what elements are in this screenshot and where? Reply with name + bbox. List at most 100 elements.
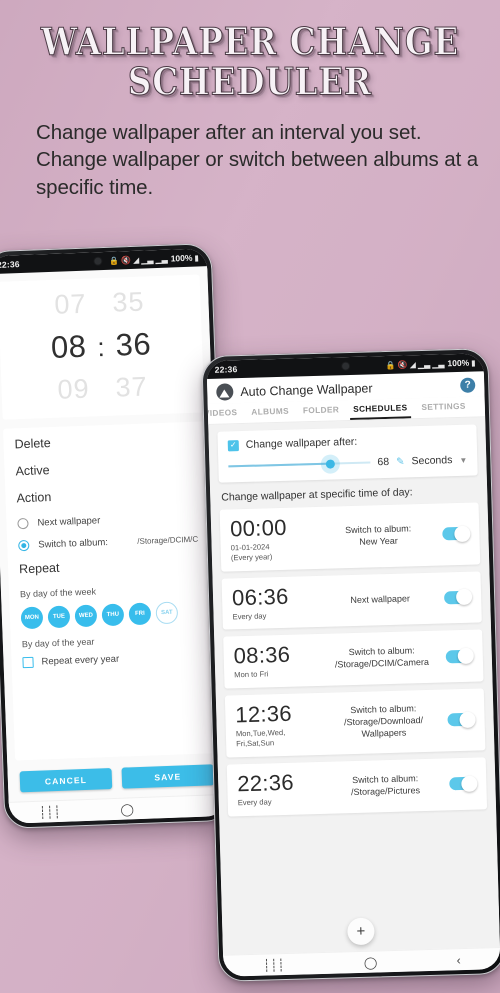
delete-button[interactable]: Delete: [14, 431, 194, 451]
checkbox-checked-icon[interactable]: ✓: [227, 439, 239, 451]
status-clock: 22:36: [0, 259, 20, 270]
battery-percent: 100%: [447, 357, 470, 369]
wifi-icon: ◢: [132, 255, 140, 265]
tab-albums[interactable]: ALBUMS: [244, 402, 296, 423]
schedule-toggle[interactable]: [445, 649, 473, 664]
schedules-panel[interactable]: ✓ Change wallpaper after: 68 ✎ Seconds ▼…: [208, 417, 499, 914]
selected-minute[interactable]: 36: [115, 326, 152, 363]
schedule-meta: Mon to Fri: [234, 669, 269, 680]
radio-icon[interactable]: [17, 517, 29, 530]
recents-icon[interactable]: ┊┊┊: [39, 804, 61, 819]
time-picker-selected-row[interactable]: 08 : 36: [0, 324, 203, 367]
save-button[interactable]: SAVE: [121, 764, 215, 789]
mute-icon: 🔇: [120, 255, 132, 265]
schedule-toggle[interactable]: [442, 526, 470, 541]
schedule-time: 22:36: [236, 769, 295, 796]
interval-value[interactable]: 68: [377, 456, 389, 468]
data-icon: ▁▃: [432, 358, 445, 369]
day-chip-sat[interactable]: SAT: [155, 601, 179, 625]
schedule-time: 00:00: [229, 514, 288, 542]
interval-checkbox-row[interactable]: ✓ Change wallpaper after:: [227, 433, 467, 452]
interval-unit[interactable]: Seconds: [411, 454, 452, 467]
day-chip-wed[interactable]: WED: [74, 604, 98, 628]
tab-videos[interactable]: VIDEOS: [208, 403, 245, 424]
interval-card: ✓ Change wallpaper after: 68 ✎ Seconds ▼: [217, 424, 478, 483]
repeat-every-year-row[interactable]: Repeat every year: [22, 651, 202, 669]
back-icon[interactable]: [193, 800, 197, 812]
title-line-1: Wallpaper Change: [40, 20, 460, 64]
day-chip-mon[interactable]: MON: [20, 606, 44, 630]
checkbox-icon[interactable]: [22, 656, 34, 669]
interval-slider[interactable]: [228, 455, 371, 473]
day-chip-thu[interactable]: THU: [101, 603, 125, 627]
selected-hour[interactable]: 08: [50, 329, 87, 366]
camera-hole-icon: [340, 361, 350, 371]
action-option-next-wallpaper[interactable]: Next wallpaper: [17, 512, 197, 530]
schedule-action: Switch to album: /Storage/DCIM/Camera: [334, 645, 430, 670]
schedule-meta: Every day: [237, 797, 272, 808]
schedule-time: 06:36: [231, 583, 289, 610]
schedule-time-block: 12:36 Mon,Tue,Wed, Fri,Sat,Sun: [235, 701, 320, 749]
schedule-action: Switch to album: /Storage/Download/ Wall…: [343, 703, 424, 739]
schedule-toggle[interactable]: [449, 776, 477, 791]
table-row[interactable]: 08:36 Mon to Fri Switch to album: /Stora…: [223, 629, 484, 689]
back-icon[interactable]: ‹: [456, 953, 460, 967]
weekday-chips[interactable]: MON TUE WED THU FRI SAT: [20, 601, 202, 630]
schedule-action: Next wallpaper: [350, 592, 411, 605]
schedule-action: Switch to album: /Storage/Pictures: [350, 772, 421, 797]
schedule-time-block: 08:36 Mon to Fri: [233, 642, 318, 680]
schedule-toggle[interactable]: [443, 590, 472, 605]
lock-icon: 🔒: [385, 360, 396, 370]
table-row[interactable]: 06:36 Every day Next wallpaper: [221, 570, 482, 630]
help-icon[interactable]: ?: [460, 377, 476, 393]
table-row[interactable]: 00:00 01-01-2024 (Every year) Switch to …: [219, 502, 481, 572]
schedule-time-block: 06:36 Every day: [231, 583, 317, 622]
promo-header: Wallpaper Change Scheduler Change wallpa…: [0, 0, 500, 201]
recents-icon[interactable]: ┊┊┊: [263, 958, 285, 973]
home-icon[interactable]: ◯: [364, 955, 378, 969]
wifi-icon: ◢: [409, 359, 416, 369]
time-separator: :: [96, 332, 106, 363]
edit-pencil-icon[interactable]: ✎: [396, 456, 405, 467]
repeat-section-label: Repeat: [18, 560, 60, 577]
tab-folder[interactable]: FOLDER: [296, 400, 347, 421]
right-phone-content: Auto Change Wallpaper ? VIDEOS ALBUMS FO…: [206, 371, 500, 955]
next-hour[interactable]: 09: [57, 374, 90, 406]
time-picker-next-row[interactable]: 09 37: [1, 369, 204, 407]
signal-icon: ▁▃: [417, 359, 431, 369]
day-chip-tue[interactable]: TUE: [47, 605, 71, 629]
table-row[interactable]: 22:36 Every day Switch to album: /Storag…: [226, 757, 488, 817]
option-label: Switch to album:: [38, 537, 109, 551]
left-phone-screen: 22:36 🔒 🔇 ◢ ▁▃ ▁▃ 100% ▮ 07 35 08 : 36 0…: [0, 248, 228, 824]
battery-icon: ▮: [471, 357, 476, 368]
status-icons: 🔒 🔇 ◢ ▁▃ ▁▃ 100% ▮: [386, 357, 476, 370]
table-row[interactable]: 12:36 Mon,Tue,Wed, Fri,Sat,Sun Switch to…: [224, 688, 486, 758]
status-icons: 🔒 🔇 ◢ ▁▃ ▁▃ 100% ▮: [109, 252, 200, 266]
album-path-value[interactable]: /Storage/DCIM/C: [137, 535, 198, 546]
time-picker-prev-row[interactable]: 07 35: [0, 284, 201, 322]
tab-settings[interactable]: SETTINGS: [414, 397, 473, 419]
day-chip-fri[interactable]: FRI: [128, 602, 152, 626]
camera-hole-icon: [93, 256, 103, 266]
signal-icon: ▁▃: [140, 254, 154, 265]
tab-schedules[interactable]: SCHEDULES: [346, 398, 415, 420]
cancel-button[interactable]: CANCEL: [19, 768, 113, 793]
time-picker[interactable]: 07 35 08 : 36 09 37: [0, 274, 205, 420]
action-option-switch-album[interactable]: Switch to album: /Storage/DCIM/C: [18, 534, 198, 552]
schedule-time-block: 00:00 01-01-2024 (Every year): [230, 515, 315, 563]
right-phone-screen: 22:36 🔒 🔇 ◢ ▁▃ ▁▃ 100% ▮ Auto Change Wal…: [206, 353, 500, 977]
interval-label: Change wallpaper after:: [245, 435, 358, 451]
left-phone-mockup: 22:36 🔒 🔇 ◢ ▁▃ ▁▃ 100% ▮ 07 35 08 : 36 0…: [0, 243, 233, 829]
battery-icon: ▮: [194, 252, 200, 263]
prev-hour[interactable]: 07: [54, 289, 87, 321]
prev-minute[interactable]: 35: [112, 287, 145, 319]
title-line-2: Scheduler: [127, 60, 373, 105]
chevron-down-icon[interactable]: ▼: [459, 455, 467, 464]
page-title: Wallpaper Change Scheduler: [0, 0, 500, 105]
add-schedule-button[interactable]: +: [347, 917, 375, 946]
radio-selected-icon[interactable]: [18, 539, 30, 552]
schedule-toggle[interactable]: [447, 713, 475, 727]
home-icon[interactable]: ◯: [120, 802, 134, 816]
next-minute[interactable]: 37: [115, 371, 148, 403]
active-toggle-label[interactable]: Active: [15, 458, 195, 478]
